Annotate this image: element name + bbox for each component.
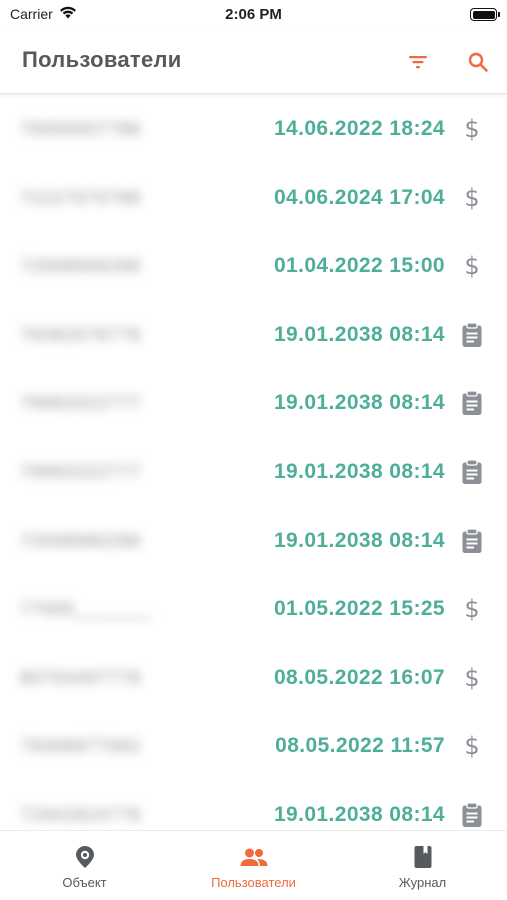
tab-users[interactable]: Пользователи <box>169 831 338 900</box>
tab-object-label: Объект <box>62 875 107 890</box>
user-row[interactable]: 72008906288 01.04.2022 15:00 $ <box>0 232 507 301</box>
row-icon[interactable]: $ <box>459 184 485 212</box>
dollar-icon: $ <box>464 663 480 692</box>
user-date: 04.06.2024 17:04 <box>273 185 445 209</box>
dollar-icon: $ <box>464 595 480 624</box>
user-date: 08.05.2022 11:57 <box>275 734 445 758</box>
user-date: 01.04.2022 15:00 <box>273 254 445 278</box>
battery-icon <box>470 8 500 21</box>
filter-icon <box>409 56 427 69</box>
location-pin-icon <box>75 846 94 868</box>
user-phone: 80703497778 <box>20 667 142 688</box>
user-date: 14.06.2022 18:24 <box>273 117 445 140</box>
row-icon[interactable] <box>459 458 485 486</box>
row-icon[interactable] <box>459 801 485 829</box>
user-date: 19.01.2038 08:14 <box>273 322 445 346</box>
user-date: 19.01.2038 08:14 <box>273 459 445 483</box>
journal-book-icon <box>414 846 431 868</box>
tab-journal-label: Журнал <box>398 875 447 890</box>
search-button[interactable] <box>462 46 494 78</box>
user-row[interactable]: 79993322777 19.01.2038 08:14 <box>0 438 507 507</box>
user-date: 19.01.2038 08:14 <box>273 528 445 552</box>
user-phone: 79382078778 <box>20 324 142 345</box>
user-date: 19.01.2038 08:14 <box>273 391 445 415</box>
user-phone: 79308977082 <box>20 736 142 757</box>
user-row[interactable]: 79382078778 19.01.2038 08:14 <box>0 301 507 370</box>
user-phone: 79993322777 <box>20 461 142 482</box>
status-time: 2:06 PM <box>225 6 282 23</box>
filter-button[interactable] <box>402 46 434 78</box>
page-title: Пользователи <box>22 47 182 72</box>
tab-object[interactable]: Объект <box>0 831 169 900</box>
user-row[interactable]: 77005_______ 01.05.2022 15:25 $ <box>0 575 507 644</box>
user-phone: 79993322777 <box>20 393 142 414</box>
users-list[interactable]: 79050007788 14.06.2022 18:24 $ 722270707… <box>0 95 507 830</box>
search-icon <box>468 52 488 72</box>
user-phone: 79050007788 <box>20 119 142 139</box>
dollar-icon: $ <box>464 732 480 761</box>
row-icon[interactable]: $ <box>459 115 485 143</box>
clipboard-icon <box>462 390 482 416</box>
user-phone: 72942824778 <box>20 804 142 825</box>
user-row[interactable]: 79993322777 19.01.2038 08:14 <box>0 369 507 438</box>
clipboard-icon <box>462 322 482 347</box>
user-row[interactable]: 79050007788 14.06.2022 18:24 $ <box>0 95 507 164</box>
row-icon[interactable]: $ <box>459 252 485 280</box>
user-date: 19.01.2038 08:14 <box>273 802 445 826</box>
clipboard-icon <box>462 459 482 484</box>
row-icon[interactable] <box>459 527 485 555</box>
tab-journal[interactable]: Журнал <box>338 831 507 900</box>
user-row[interactable]: 79308977082 08.05.2022 11:57 $ <box>0 712 507 781</box>
dollar-icon: $ <box>464 252 480 281</box>
user-row[interactable]: 72227070788 04.06.2024 17:04 $ <box>0 164 507 233</box>
status-bar: Carrier 2:06 PM <box>0 0 507 30</box>
user-date: 08.05.2022 16:07 <box>273 665 445 689</box>
user-row[interactable]: 72942824778 19.01.2038 08:14 <box>0 781 507 830</box>
user-row[interactable]: 72008980288 19.01.2038 08:14 <box>0 507 507 576</box>
user-phone: 72008906288 <box>20 256 142 277</box>
user-phone: 77005_______ <box>20 599 153 620</box>
row-icon[interactable] <box>459 321 485 349</box>
row-icon[interactable]: $ <box>459 664 485 692</box>
tab-bar: Объект Пользователи Журнал <box>0 830 507 900</box>
clipboard-icon <box>462 527 482 553</box>
user-date: 01.05.2022 15:25 <box>273 597 445 621</box>
users-icon <box>240 848 267 866</box>
row-icon[interactable]: $ <box>459 732 485 760</box>
user-row[interactable]: 80703497778 08.05.2022 16:07 $ <box>0 644 507 713</box>
row-icon[interactable]: $ <box>459 595 485 623</box>
dollar-icon: $ <box>464 115 480 143</box>
dollar-icon: $ <box>464 183 480 212</box>
row-icon[interactable] <box>459 389 485 417</box>
user-phone: 72008980288 <box>20 530 142 551</box>
user-phone: 72227070788 <box>20 187 142 208</box>
app-header: Пользователи <box>0 30 507 94</box>
clipboard-icon <box>462 802 482 827</box>
tab-users-label: Пользователи <box>211 875 296 890</box>
